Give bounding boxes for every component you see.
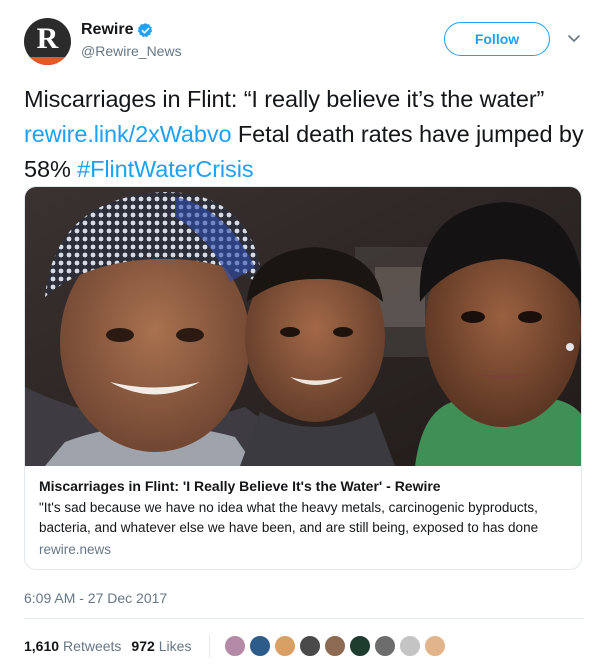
retweets-label: Retweets — [63, 638, 122, 654]
liker-avatar[interactable] — [399, 635, 422, 657]
tweet-timestamp[interactable]: 6:09 AM - 27 Dec 2017 — [24, 590, 167, 606]
card-description: "It's sad because we have no idea what t… — [39, 500, 539, 535]
engagement-stats: 1,610 Retweets 972 Likes — [24, 634, 449, 658]
liker-avatar[interactable] — [349, 635, 372, 657]
likes-label: Likes — [158, 638, 192, 654]
liker-avatar[interactable] — [299, 635, 322, 657]
tweet-text: Miscarriages in Flint: “I really believe… — [24, 82, 590, 187]
liker-avatar[interactable] — [224, 635, 247, 657]
tweet-text-intro: Miscarriages in Flint: “I really believe… — [24, 86, 545, 112]
divider — [24, 618, 584, 619]
verified-badge-icon — [138, 22, 153, 37]
avatar[interactable]: R — [24, 18, 71, 65]
retweets-count: 1,610 — [24, 638, 60, 654]
liker-avatar[interactable] — [374, 635, 397, 657]
liker-avatars — [224, 635, 449, 657]
retweets-stat[interactable]: 1,610 Retweets — [24, 638, 121, 654]
card-title[interactable]: Miscarriages in Flint: 'I Really Believe… — [39, 476, 569, 496]
account-handle[interactable]: @Rewire_News — [81, 43, 182, 59]
display-name[interactable]: Rewire — [81, 21, 133, 39]
follow-button[interactable]: Follow — [444, 22, 550, 56]
hashtag-link[interactable]: #FlintWaterCrisis — [77, 156, 253, 182]
card-domain: rewire.news — [39, 542, 112, 557]
card-body: Miscarriages in Flint: 'I Really Believe… — [25, 466, 581, 567]
tweet-header: R Rewire @Rewire_News Follow — [24, 18, 584, 66]
likes-count: 972 — [131, 638, 155, 654]
liker-avatar[interactable] — [324, 635, 347, 657]
liker-avatar[interactable] — [274, 635, 297, 657]
tweet-link[interactable]: rewire.link/2xWabvo — [24, 121, 232, 147]
stats-separator — [209, 634, 211, 658]
liker-avatar[interactable] — [424, 635, 447, 657]
avatar-letter: R — [36, 22, 59, 55]
account-names: Rewire @Rewire_News — [81, 21, 182, 59]
likes-stat[interactable]: 972 Likes — [131, 638, 191, 654]
avatar-band — [24, 57, 71, 65]
link-preview-card[interactable]: Miscarriages in Flint: 'I Really Believe… — [24, 186, 582, 570]
chevron-down-icon[interactable] — [566, 30, 582, 46]
card-image[interactable] — [25, 187, 582, 466]
liker-avatar[interactable] — [249, 635, 272, 657]
